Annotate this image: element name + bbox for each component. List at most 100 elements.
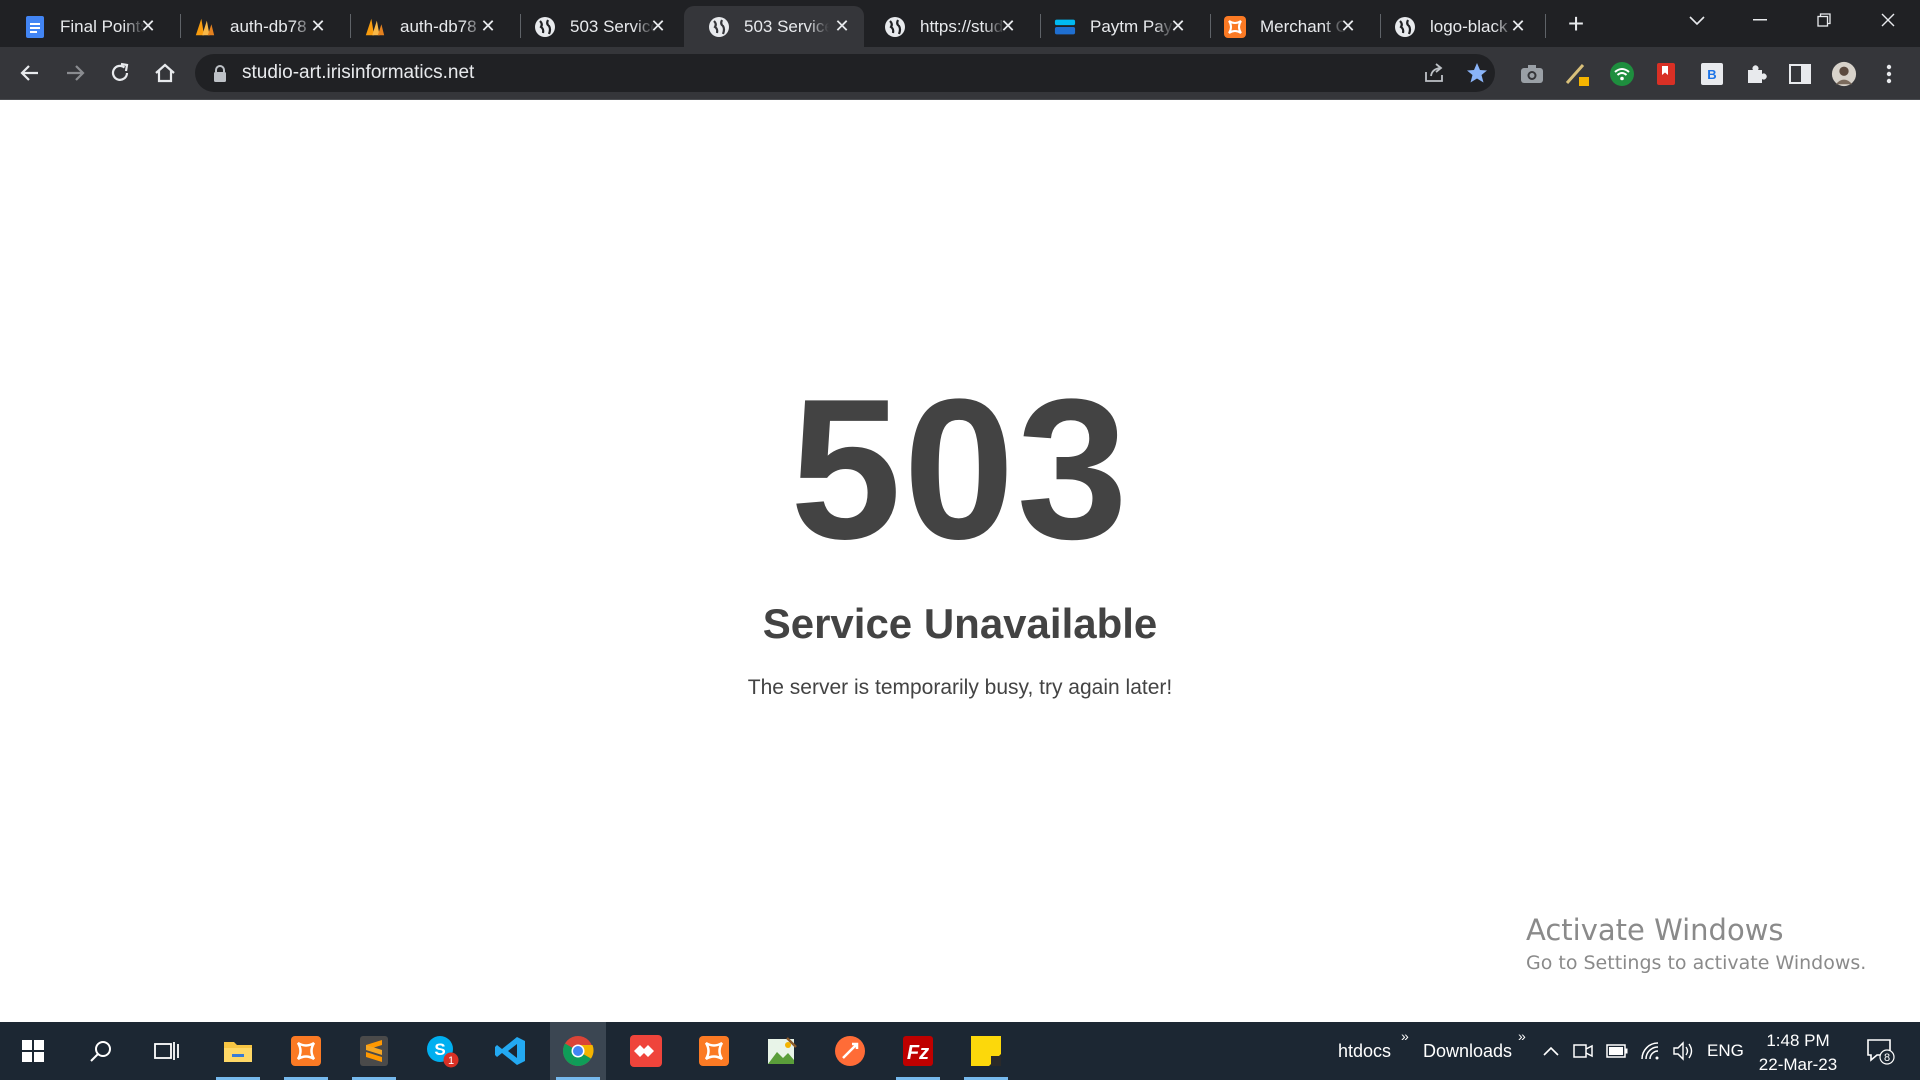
volume-icon[interactable] [1672, 1040, 1694, 1062]
address-bar[interactable]: studio-art.irisinformatics.net [195, 54, 1495, 92]
tab-final-points[interactable]: Final Points ✕ [0, 6, 170, 47]
side-panel-icon[interactable] [1787, 61, 1813, 87]
error-code: 503 [790, 358, 1130, 581]
tab-close-button[interactable]: ✕ [138, 16, 158, 36]
restore-icon [1817, 13, 1831, 27]
globe-icon [708, 16, 730, 38]
network-icon[interactable] [1640, 1040, 1662, 1062]
start-button[interactable] [5, 1022, 61, 1080]
tab-auth-db78[interactable]: auth-db78 ✕ [170, 6, 340, 47]
camera-extension-icon[interactable] [1519, 61, 1545, 87]
chevron-up-icon [1543, 1046, 1559, 1056]
meet-now-icon[interactable] [1572, 1040, 1594, 1062]
tab-close-button[interactable]: ✕ [1338, 16, 1358, 36]
sticky-notes-icon [971, 1036, 1001, 1066]
paytm-icon [1054, 16, 1076, 38]
taskbar-postman[interactable] [822, 1022, 878, 1080]
tab-close-button[interactable]: ✕ [1168, 16, 1188, 36]
share-icon[interactable] [1422, 61, 1446, 85]
tab-separator [1545, 14, 1546, 38]
tab-503-service-active[interactable]: 503 Service ✕ [684, 6, 864, 47]
language-indicator[interactable]: ENG [1707, 1041, 1744, 1061]
docs-icon [24, 15, 46, 38]
taskbar-xampp[interactable] [278, 1022, 334, 1080]
folder-icon [224, 1042, 252, 1062]
notification-count: 8 [1884, 1052, 1890, 1064]
taskbar-filezilla[interactable]: Fz [890, 1022, 946, 1080]
tab-https-stud[interactable]: https://stud ✕ [860, 6, 1030, 47]
tab-label: Final Points [60, 16, 145, 36]
pen-extension-icon[interactable] [1565, 61, 1591, 87]
taskbar-image-editor[interactable] [754, 1022, 810, 1080]
close-icon [1881, 13, 1895, 27]
anydesk-icon [630, 1035, 662, 1067]
tab-logo-black[interactable]: logo-black ✕ [1370, 6, 1540, 47]
taskbar-xampp-control[interactable] [686, 1022, 742, 1080]
clock[interactable]: 1:48 PM 22-Mar-23 [1746, 1029, 1850, 1077]
tab-close-button[interactable]: ✕ [832, 16, 852, 36]
taskbar-chrome[interactable] [550, 1022, 606, 1080]
new-tab-button[interactable]: + [1562, 10, 1590, 38]
skype-icon: S1 [427, 1036, 459, 1068]
tab-search-button[interactable] [1684, 8, 1710, 34]
toolbar-htdocs[interactable]: htdocs [1338, 1041, 1391, 1062]
browser-toolbar: studio-art.irisinformatics.net B [0, 47, 1920, 100]
profile-avatar[interactable] [1831, 61, 1857, 87]
error-title: Service Unavailable [762, 600, 1158, 647]
tab-label: logo-black [1430, 16, 1508, 36]
tab-close-button[interactable]: ✕ [648, 16, 668, 36]
minimize-button[interactable] [1728, 0, 1792, 40]
close-window-button[interactable] [1856, 0, 1920, 40]
tab-close-button[interactable]: ✕ [308, 16, 328, 36]
show-hidden-icons-button[interactable] [1540, 1040, 1562, 1062]
activate-windows-title: Activate Windows [1526, 913, 1784, 947]
svg-text:S: S [434, 1040, 445, 1059]
bookmark-extension-icon[interactable] [1653, 61, 1679, 87]
toolbar-downloads[interactable]: Downloads [1423, 1041, 1512, 1062]
arrow-left-icon [20, 65, 38, 81]
htdocs-chevron[interactable]: » [1401, 1028, 1409, 1044]
tab-label: 503 Service [570, 16, 655, 36]
battery-icon[interactable] [1606, 1040, 1628, 1062]
tab-503-service[interactable]: 503 Service ✕ [510, 6, 680, 47]
reload-button[interactable] [104, 57, 136, 89]
taskbar-skype[interactable]: S1 [414, 1022, 470, 1080]
globe-icon [534, 16, 556, 38]
forward-button[interactable] [59, 57, 91, 89]
tab-paytm[interactable]: Paytm Paym ✕ [1030, 6, 1200, 47]
taskbar-sublime-text[interactable] [346, 1022, 402, 1080]
page-viewport: 503 Service Unavailable The server is te… [0, 100, 1920, 1022]
extensions-puzzle-icon[interactable] [1743, 61, 1769, 87]
b-extension-icon[interactable]: B [1699, 61, 1725, 87]
wifi-extension-icon[interactable] [1609, 61, 1635, 87]
taskbar-vscode[interactable] [482, 1022, 538, 1080]
bookmark-star-icon[interactable] [1465, 61, 1489, 85]
postman-icon [835, 1036, 865, 1066]
notification-icon: 8 [1867, 1039, 1895, 1065]
back-button[interactable] [14, 57, 46, 89]
xampp-icon [1224, 15, 1246, 38]
taskbar-file-explorer[interactable] [210, 1022, 266, 1080]
tab-close-button[interactable]: ✕ [998, 16, 1018, 36]
search-button[interactable] [73, 1022, 129, 1080]
tab-merchant[interactable]: Merchant C ✕ [1200, 6, 1370, 47]
taskbar-anydesk[interactable] [618, 1022, 674, 1080]
url-text: studio-art.irisinformatics.net [242, 62, 475, 83]
lock-icon [213, 65, 227, 87]
tab-label: auth-db78 [400, 16, 477, 36]
taskbar-sticky-notes[interactable] [958, 1022, 1014, 1080]
restore-button[interactable] [1792, 0, 1856, 40]
task-view-button[interactable] [139, 1022, 195, 1080]
paint-icon [768, 1037, 797, 1064]
home-button[interactable] [149, 57, 181, 89]
tab-label: 503 Service [744, 16, 829, 36]
tab-close-button[interactable]: ✕ [1508, 16, 1528, 36]
downloads-chevron[interactable]: » [1518, 1028, 1526, 1044]
chrome-menu-button[interactable] [1876, 61, 1902, 87]
vscode-icon [495, 1037, 525, 1065]
reload-icon [111, 62, 129, 81]
tab-close-button[interactable]: ✕ [478, 16, 498, 36]
error-message: The server is temporarily busy, try agai… [747, 676, 1173, 699]
action-center-button[interactable]: 8 [1864, 1036, 1896, 1066]
tab-auth-db78[interactable]: auth-db78 ✕ [340, 6, 510, 47]
